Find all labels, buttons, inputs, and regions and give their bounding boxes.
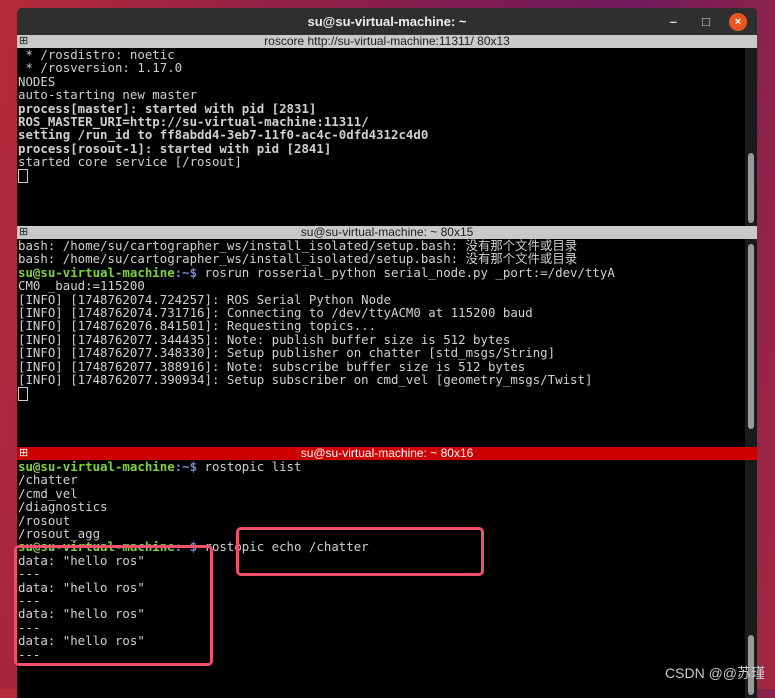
- close-icon: ×: [729, 12, 747, 31]
- pane-rosserial[interactable]: ⊞ su@su-virtual-machine: ~ 80x15 bash: /h…: [17, 226, 757, 447]
- output-line: * /rosversion: 1.17.0: [18, 60, 183, 76]
- maximize-icon: □: [702, 14, 710, 29]
- pane-title[interactable]: ⊞ su@su-virtual-machine: ~ 80x16: [17, 447, 757, 460]
- highlight-box-command: [236, 527, 484, 576]
- output-line: NODES: [18, 73, 56, 89]
- pane-title[interactable]: ⊞ su@su-virtual-machine: ~ 80x15: [17, 226, 757, 239]
- minimize-button[interactable]: –: [670, 8, 677, 35]
- prompt-path: :~$: [174, 264, 205, 280]
- topic-item: /rosout: [18, 512, 71, 528]
- pane-roscore[interactable]: ⊞ roscore http://su-virtual-machine:11311…: [17, 35, 757, 226]
- output-line: * /rosdistro: noetic: [18, 48, 175, 62]
- scrollbar[interactable]: [745, 239, 757, 447]
- command: rostopic list: [204, 460, 302, 474]
- output-line: process[rosout-1]: started with pid [284…: [18, 140, 332, 156]
- highlight-box-output: [14, 545, 213, 666]
- log-line: [INFO] [1748762076.841501]: Requesting t…: [18, 318, 377, 334]
- pane-title-text: roscore http://su-virtual-machine:11311/…: [264, 34, 510, 48]
- cursor: [18, 169, 28, 184]
- cursor: [18, 386, 28, 401]
- output-line: bash: /home/su/cartographer_ws/install_i…: [18, 239, 578, 253]
- watermark: CSDN @@苏瑾: [665, 665, 765, 681]
- command-wrap: CM0 _baud:=115200: [18, 278, 145, 294]
- prompt-path: :~$: [174, 460, 205, 474]
- pane-title-text: su@su-virtual-machine: ~ 80x16: [300, 446, 474, 460]
- log-line: [INFO] [1748762077.390934]: Setup subscr…: [18, 372, 593, 388]
- log-line: [INFO] [1748762077.388916]: Note: subscr…: [18, 358, 526, 374]
- output-line: setting /run_id to ff8abdd4-3eb7-11f0-ac…: [18, 127, 429, 143]
- log-line: [INFO] [1748762077.344435]: Note: publis…: [18, 331, 511, 347]
- output-line: started core service [/rosout]: [18, 154, 242, 170]
- pane-menu-icon[interactable]: ⊞: [19, 227, 28, 238]
- output-line: ROS_MASTER_URI=http://su-virtual-machine…: [18, 114, 369, 130]
- log-line: [INFO] [1748762077.348330]: Setup publis…: [18, 345, 556, 361]
- output-line: auto-starting new master: [18, 87, 198, 103]
- output-line: process[master]: started with pid [2831]: [18, 100, 317, 116]
- command: rosrun rosserial_python serial_node.py _…: [204, 264, 615, 280]
- maximize-button[interactable]: □: [702, 8, 710, 35]
- minimize-icon: –: [669, 14, 677, 29]
- pane-menu-icon[interactable]: ⊞: [19, 36, 28, 47]
- window-titlebar[interactable]: su@su-virtual-machine: ~ – □ ×: [17, 8, 757, 35]
- log-line: [INFO] [1748762074.731716]: Connecting t…: [18, 305, 533, 321]
- pane-title[interactable]: ⊞ roscore http://su-virtual-machine:11311…: [17, 35, 757, 48]
- topic-item: /chatter: [18, 472, 78, 488]
- pane-menu-icon[interactable]: ⊞: [19, 448, 28, 459]
- topic-item: /diagnostics: [18, 499, 108, 515]
- pane-title-text: su@su-virtual-machine: ~ 80x15: [300, 225, 474, 239]
- terminal-output[interactable]: * /rosdistro: noetic * /rosversion: 1.17…: [17, 48, 757, 226]
- close-button[interactable]: ×: [729, 8, 747, 35]
- topic-item: /cmd_vel: [18, 485, 78, 501]
- window-title: su@su-virtual-machine: ~: [307, 14, 467, 29]
- log-line: [INFO] [1748762074.724257]: ROS Serial P…: [18, 291, 391, 307]
- terminal-output[interactable]: bash: /home/su/cartographer_ws/install_i…: [17, 239, 757, 447]
- output-line: bash: /home/su/cartographer_ws/install_i…: [18, 251, 578, 267]
- scrollbar[interactable]: [745, 48, 757, 226]
